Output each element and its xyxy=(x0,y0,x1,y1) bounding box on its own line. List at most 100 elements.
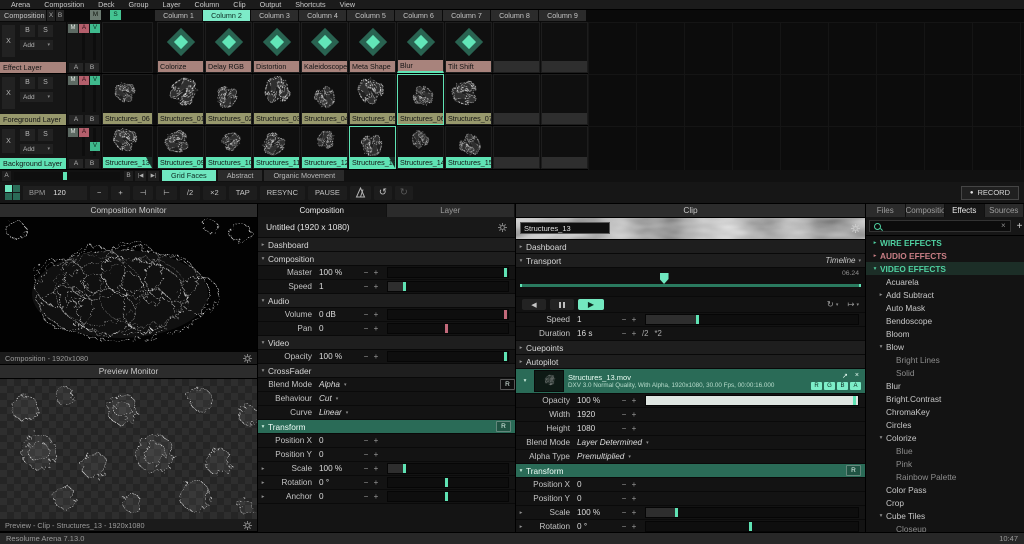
gear-icon[interactable] xyxy=(851,224,860,233)
layer-m-button[interactable]: M xyxy=(68,76,78,85)
select-behaviour[interactable]: Cut▾ xyxy=(319,394,338,403)
effect-circles[interactable]: Circles xyxy=(866,418,1024,431)
clip-structures-06[interactable]: Structures_06 xyxy=(397,74,444,125)
column-header-3[interactable]: Column 3 xyxy=(251,10,298,21)
randomize-button[interactable]: R xyxy=(846,465,861,476)
param-value[interactable]: 100 % xyxy=(319,268,361,277)
clip-structures-13[interactable]: Structures_13 xyxy=(349,126,396,169)
decrement-button[interactable]: − xyxy=(361,464,371,473)
clip-distortion[interactable]: Distortion xyxy=(253,22,300,73)
clip-structures-15[interactable]: Structures_15 xyxy=(445,126,492,169)
empty-clip-slot[interactable] xyxy=(541,74,588,125)
layer-blend-dropdown[interactable]: Add▾ xyxy=(20,144,53,154)
effect-bendoscope[interactable]: Bendoscope xyxy=(866,314,1024,327)
panel-tab-layer[interactable]: Layer xyxy=(387,204,516,217)
section-composition[interactable]: ▾Composition xyxy=(258,252,515,266)
select-alpha-type[interactable]: Premultiplied▾ xyxy=(577,452,631,461)
layer-a-fader-handle[interactable]: A xyxy=(79,24,89,33)
layer-m-button[interactable]: M xyxy=(68,24,78,33)
loop-mode-dropdown[interactable]: ↻▾ xyxy=(827,299,839,310)
layer-a-fader-handle[interactable]: A xyxy=(79,128,89,137)
deck-tab-organic-movement[interactable]: Organic Movement xyxy=(264,170,344,181)
effect-audio-effects[interactable]: ▸AUDIO EFFECTS xyxy=(866,249,1024,262)
layer-a-select-button[interactable]: A xyxy=(69,159,83,168)
randomize-button[interactable]: R xyxy=(500,379,515,390)
empty-clip-slot[interactable] xyxy=(493,126,540,169)
toolbar-pause-button[interactable]: PAUSE xyxy=(308,186,347,200)
param-slider[interactable] xyxy=(387,463,509,474)
empty-clip-slot[interactable] xyxy=(541,126,588,169)
composition-solo-button[interactable]: S xyxy=(110,10,121,20)
clear-search-icon[interactable]: × xyxy=(1001,221,1006,231)
clip-structures-02[interactable]: Structures_02 xyxy=(205,74,252,125)
section-autopilot[interactable]: ▸Autopilot xyxy=(516,355,865,369)
param-slider[interactable] xyxy=(387,491,509,502)
layer-solo-button[interactable]: S xyxy=(38,25,53,37)
effect-closeup[interactable]: Closeup xyxy=(866,522,1024,532)
decrement-button[interactable]: − xyxy=(619,410,629,419)
layer-active-clip-cell[interactable] xyxy=(102,22,153,73)
expand-icon[interactable]: ↗ xyxy=(842,372,848,380)
param-value[interactable]: 100 % xyxy=(577,508,619,517)
column-header-9[interactable]: Column 9 xyxy=(539,10,586,21)
increment-button[interactable]: + xyxy=(371,464,381,473)
menu-shortcuts[interactable]: Shortcuts xyxy=(288,0,332,10)
empty-clip-slot[interactable] xyxy=(493,22,540,73)
decrement-button[interactable]: − xyxy=(361,478,371,487)
layer-name[interactable]: Effect Layer xyxy=(0,62,66,73)
clip-structures-05[interactable]: Structures_05 xyxy=(349,74,396,125)
effect-bright-contrast[interactable]: Bright.Contrast xyxy=(866,392,1024,405)
randomize-button[interactable]: R xyxy=(496,421,511,432)
effect-auto-mask[interactable]: Auto Mask xyxy=(866,301,1024,314)
decrement-button[interactable]: − xyxy=(619,522,629,531)
gear-icon[interactable] xyxy=(243,354,252,363)
search-input[interactable] xyxy=(884,220,998,232)
effect-solid[interactable]: Solid xyxy=(866,366,1024,379)
increment-button[interactable]: + xyxy=(371,478,381,487)
section-transform[interactable]: ▾TransformR xyxy=(516,464,865,478)
play-direction-dropdown[interactable]: ↦▾ xyxy=(847,299,859,310)
effect-chromakey[interactable]: ChromaKey xyxy=(866,405,1024,418)
composition-master-button[interactable]: M xyxy=(90,10,101,20)
clip-structures-10[interactable]: Structures_10 xyxy=(205,126,252,169)
menu-clip[interactable]: Clip xyxy=(226,0,252,10)
increment-button[interactable]: + xyxy=(371,282,381,291)
decrement-button[interactable]: − xyxy=(361,436,371,445)
effect-wire-effects[interactable]: ▸WIRE EFFECTS xyxy=(866,236,1024,249)
clip-structures-07[interactable]: Structures_07 xyxy=(445,74,492,125)
decrement-button[interactable]: − xyxy=(361,268,371,277)
toolbar-nudge-up-button[interactable]: ⊢ xyxy=(156,186,177,200)
clip-source-row[interactable]: ▾Structures_13.movDXV 3.0 Normal Quality… xyxy=(516,369,865,394)
column-header-5[interactable]: Column 5 xyxy=(347,10,394,21)
select-blend-mode[interactable]: Layer Determined▾ xyxy=(577,438,649,447)
deck-next-button[interactable]: ▶| xyxy=(148,171,159,181)
toolbar-bpm-half-button[interactable]: /2 xyxy=(180,186,200,200)
toolbar-resync-button[interactable]: RESYNC xyxy=(260,186,305,200)
browser-tab-effects[interactable]: Effects xyxy=(945,204,985,217)
effect-blur[interactable]: Blur xyxy=(866,379,1024,392)
layer-active-clip-cell[interactable]: Structures_06 xyxy=(102,74,153,125)
effect-rainbow-palette[interactable]: Rainbow Palette xyxy=(866,470,1024,483)
column-header-2[interactable]: Column 2 xyxy=(203,10,250,21)
param-value[interactable]: 1 xyxy=(319,282,361,291)
param-value[interactable]: 0 xyxy=(319,436,361,445)
layer-clear-button[interactable]: X xyxy=(2,129,15,153)
add-effect-button[interactable]: + xyxy=(1014,221,1024,232)
layer-clear-button[interactable]: X xyxy=(2,77,15,109)
effect-pink[interactable]: Pink xyxy=(866,457,1024,470)
layer-clear-button[interactable]: X xyxy=(2,25,15,57)
increment-button[interactable]: + xyxy=(371,268,381,277)
param-slider[interactable] xyxy=(645,314,859,325)
gear-icon[interactable] xyxy=(243,521,252,530)
decrement-button[interactable]: − xyxy=(619,424,629,433)
increment-button[interactable]: + xyxy=(629,424,639,433)
empty-clip-slot[interactable] xyxy=(493,74,540,125)
layer-blend-dropdown[interactable]: Add▾ xyxy=(20,40,53,50)
layer-bypass-button[interactable]: B xyxy=(20,129,35,141)
layer-m-button[interactable]: M xyxy=(68,128,78,137)
section-crossfader[interactable]: ▾CrossFader xyxy=(258,364,515,378)
crossfader-slider[interactable] xyxy=(14,172,120,180)
section-transform[interactable]: ▾TransformR xyxy=(258,420,515,434)
menu-arena[interactable]: Arena xyxy=(4,0,37,10)
search-box[interactable]: × xyxy=(869,220,1011,232)
